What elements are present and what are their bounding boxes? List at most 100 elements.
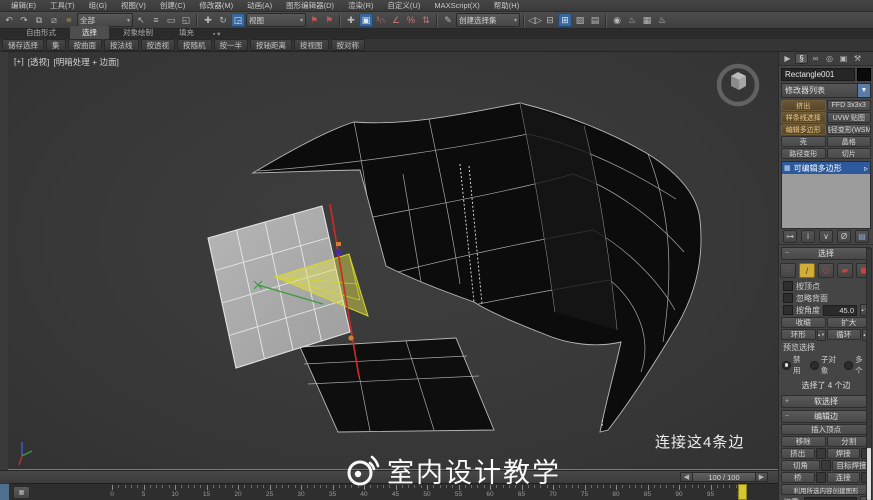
selection-filter-dropdown[interactable]: 全部▾: [77, 13, 133, 27]
layer-manager-icon[interactable]: ⊞: [558, 13, 572, 27]
make-unique-icon[interactable]: ∨: [819, 230, 833, 243]
modifier-button-5[interactable]: 路径变形(WSM): [827, 124, 872, 135]
ribbon-tab-3[interactable]: 填充: [167, 26, 206, 39]
align-icon[interactable]: ⊟: [543, 13, 557, 27]
render-setup-icon[interactable]: ♨: [625, 13, 639, 27]
object-name-field[interactable]: Rectangle001: [781, 68, 855, 81]
ribbon-tool-9[interactable]: 按对称: [331, 39, 366, 51]
pin-stack-icon[interactable]: ⊶: [783, 230, 797, 243]
preview-subobject-radio[interactable]: [810, 361, 819, 370]
menu-item-10[interactable]: MAXScript(X): [427, 1, 486, 10]
edge-mode-icon[interactable]: /: [799, 263, 815, 278]
extrude-settings-button[interactable]: [816, 448, 826, 459]
extrude-button[interactable]: 挤出: [781, 448, 815, 459]
modifier-button-7[interactable]: 晶格: [827, 136, 872, 147]
undo-icon[interactable]: ↶: [2, 13, 16, 27]
bridge-settings-button[interactable]: [816, 472, 826, 483]
select-and-manipulate-icon[interactable]: ⚑: [322, 13, 336, 27]
create-tab[interactable]: ▶: [781, 53, 794, 64]
redo-icon[interactable]: ↷: [17, 13, 31, 27]
insert-vertex-button[interactable]: 插入顶点: [781, 424, 871, 435]
render-production-icon[interactable]: ♨: [655, 13, 669, 27]
preview-multi-radio[interactable]: [844, 361, 853, 370]
hierarchy-tab[interactable]: ∞: [809, 53, 822, 64]
configure-modifier-sets-icon[interactable]: ▤: [855, 230, 869, 243]
connect-button[interactable]: 连接: [827, 472, 861, 483]
spinner-snap-icon[interactable]: ⇅: [419, 13, 433, 27]
preview-disable-radio[interactable]: [782, 361, 791, 370]
polygon-mode-icon[interactable]: ▰: [837, 263, 853, 278]
bind-to-space-warp-icon[interactable]: ≈: [62, 13, 76, 27]
ribbon-tab-1[interactable]: 选择: [70, 26, 109, 39]
ribbon-tool-5[interactable]: 按随机: [177, 39, 212, 51]
ring-spinner[interactable]: ▲▼: [817, 329, 826, 341]
ribbon-tool-3[interactable]: 按法线: [104, 39, 139, 51]
angle-snap-icon[interactable]: ∠: [389, 13, 403, 27]
modifier-button-3[interactable]: UVW 贴图: [827, 112, 872, 123]
ribbon-tool-6[interactable]: 按一半: [214, 39, 249, 51]
time-slider-handle[interactable]: ◀ 100 / 100 ▶: [680, 472, 768, 482]
menu-item-0[interactable]: 编辑(E): [4, 0, 43, 11]
bridge-button[interactable]: 桥: [781, 472, 815, 483]
rectangular-selection-icon[interactable]: ▭: [164, 13, 178, 27]
ignore-backfacing-checkbox[interactable]: [783, 293, 793, 303]
curve-editor-icon[interactable]: ▤: [588, 13, 602, 27]
use-pivot-point-icon[interactable]: ⚑: [307, 13, 321, 27]
modifier-button-8[interactable]: 路径变形: [781, 148, 826, 159]
vertex-mode-icon[interactable]: ∴: [780, 263, 796, 278]
frame-marker[interactable]: [738, 484, 747, 500]
named-selection-dropdown[interactable]: 创建选择集▾: [456, 13, 520, 27]
menu-item-3[interactable]: 视图(V): [114, 0, 153, 11]
open-mini-curve-editor-icon[interactable]: ▦: [13, 486, 30, 499]
menu-item-2[interactable]: 组(G): [82, 0, 114, 11]
loop-button[interactable]: 循环: [827, 329, 862, 340]
border-mode-icon[interactable]: ◇: [818, 263, 834, 278]
select-and-move-icon[interactable]: ✚: [201, 13, 215, 27]
select-object-icon[interactable]: ↖: [134, 13, 148, 27]
current-frame-display[interactable]: 100 / 100: [693, 472, 755, 482]
rollout-selection[interactable]: − 选择: [781, 247, 871, 260]
modifier-button-0[interactable]: 挤出: [781, 100, 826, 111]
show-end-result-icon[interactable]: i: [801, 230, 815, 243]
percent-snap-icon[interactable]: %: [404, 13, 418, 27]
menu-item-7[interactable]: 图形编辑器(D): [279, 0, 341, 11]
perspective-viewport[interactable]: [8, 52, 778, 470]
ribbon-tool-7[interactable]: 按轴距离: [250, 39, 292, 51]
motion-tab[interactable]: ◎: [823, 53, 836, 64]
by-vertex-checkbox[interactable]: [783, 281, 793, 291]
modifier-button-2[interactable]: 样条线选择: [781, 112, 826, 123]
rendered-frame-icon[interactable]: ▦: [640, 13, 654, 27]
ribbon-tool-1[interactable]: 集: [46, 39, 66, 51]
viewport-view-menu[interactable]: [透视]: [28, 56, 50, 68]
viewport-nav-menu[interactable]: [+]: [14, 56, 24, 68]
select-and-scale-icon[interactable]: ◲: [231, 13, 245, 27]
ring-button[interactable]: 环形: [781, 329, 816, 340]
reference-coordinate-dropdown[interactable]: 视图▾: [246, 13, 306, 27]
menu-item-1[interactable]: 工具(T): [43, 0, 82, 11]
shrink-button[interactable]: 收缩: [781, 317, 826, 328]
menu-item-9[interactable]: 自定义(U): [380, 0, 427, 11]
ribbon-tool-8[interactable]: 按视图: [294, 39, 329, 51]
viewport-shading-menu[interactable]: [明暗处理 + 边面]: [53, 56, 118, 68]
chamfer-settings-button[interactable]: [821, 460, 831, 471]
menu-item-5[interactable]: 修改器(M): [192, 0, 240, 11]
grow-button[interactable]: 扩大: [827, 317, 872, 328]
display-tab[interactable]: ▣: [837, 53, 850, 64]
modifier-stack[interactable]: ▦ 可编辑多边形 ▹: [781, 161, 871, 229]
scene-explorer-icon[interactable]: ▨: [573, 13, 587, 27]
unlink-selection-icon[interactable]: ⧄: [47, 13, 61, 27]
menu-item-8[interactable]: 渲染(R): [341, 0, 380, 11]
keyboard-override-icon[interactable]: ▣: [359, 13, 373, 27]
menu-item-11[interactable]: 帮助(H): [487, 0, 526, 11]
menu-item-6[interactable]: 动画(A): [240, 0, 279, 11]
remove-modifier-icon[interactable]: Ø: [837, 230, 851, 243]
by-angle-checkbox[interactable]: [783, 305, 793, 315]
menu-item-4[interactable]: 创建(C): [153, 0, 192, 11]
window-crossing-icon[interactable]: ◱: [179, 13, 193, 27]
next-frame-icon[interactable]: ▶: [755, 472, 768, 482]
mini-listener[interactable]: [0, 483, 9, 500]
ribbon-config-icon[interactable]: ▪ ▾: [208, 29, 225, 39]
ribbon-tab-2[interactable]: 对象绘制: [111, 26, 165, 39]
modifier-button-9[interactable]: 切片: [827, 148, 872, 159]
select-and-place-icon[interactable]: ✚: [344, 13, 358, 27]
